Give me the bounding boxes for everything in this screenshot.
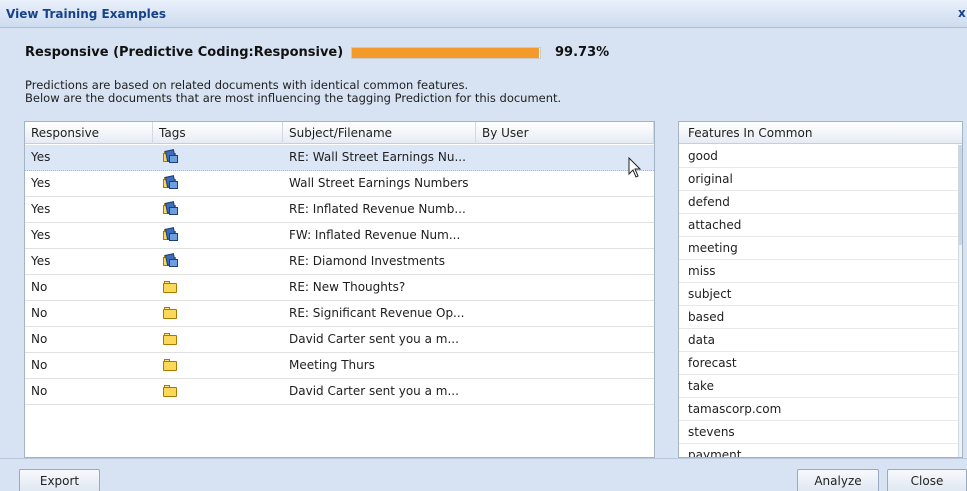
column-header-by-user[interactable]: By User xyxy=(476,122,654,144)
cell-tags xyxy=(153,223,283,248)
table-row[interactable]: Yes RE: Diamond Investments xyxy=(25,249,654,275)
tagged-folder-icon xyxy=(163,227,178,241)
cell-by-user xyxy=(476,223,654,248)
cell-subject: David Carter sent you a m... xyxy=(289,332,459,346)
feature-item[interactable]: tamascorp.com xyxy=(679,398,959,421)
features-scrollbar-thumb[interactable] xyxy=(959,145,962,245)
training-examples-dialog: View Training Examples x Responsive (Pre… xyxy=(0,0,967,491)
cell-by-user xyxy=(476,379,654,404)
close-button[interactable]: Close xyxy=(887,469,967,491)
cell-tags xyxy=(153,249,283,274)
folder-icon xyxy=(163,280,178,293)
cell-tags xyxy=(153,275,283,300)
cell-by-user xyxy=(476,353,654,378)
table-row[interactable]: Yes Wall Street Earnings Numbers xyxy=(25,171,654,197)
cell-responsive: No xyxy=(31,358,48,372)
folder-icon xyxy=(163,332,178,345)
cell-responsive: Yes xyxy=(31,176,51,190)
cell-tags xyxy=(153,353,283,378)
features-in-common-panel: Features In Common good original defend att… xyxy=(678,121,963,458)
prediction-label: Responsive (Predictive Coding:Responsive… xyxy=(25,45,344,60)
training-documents-grid: Responsive Tags Subject/Filename By User… xyxy=(24,121,655,458)
dialog-footer: Export Analyze Close xyxy=(0,458,967,491)
cell-responsive: No xyxy=(31,306,48,320)
cell-subject: Meeting Thurs xyxy=(289,358,375,372)
cell-tags xyxy=(153,171,283,196)
grid-rows: Yes RE: Wall Street Earnings Nu... Yes Wall… xyxy=(25,145,654,405)
mouse-pointer-icon xyxy=(628,157,642,178)
cell-responsive: No xyxy=(31,280,48,294)
cell-subject: RE: Wall Street Earnings Nu... xyxy=(289,150,466,164)
cell-responsive: Yes xyxy=(31,202,51,216)
prediction-description: Predictions are based on related documen… xyxy=(25,79,561,105)
cell-responsive: Yes xyxy=(31,228,51,242)
cell-responsive: Yes xyxy=(31,254,51,268)
table-row[interactable]: No David Carter sent you a m... xyxy=(25,327,654,353)
folder-icon xyxy=(163,358,178,371)
feature-item[interactable]: payment xyxy=(679,444,959,457)
table-row[interactable]: Yes RE: Wall Street Earnings Nu... xyxy=(25,145,654,171)
prediction-progress-bar xyxy=(351,47,541,59)
table-row[interactable]: No RE: New Thoughts? xyxy=(25,275,654,301)
prediction-percent: 99.73% xyxy=(555,45,610,60)
tagged-folder-icon xyxy=(163,149,178,163)
cell-by-user xyxy=(476,301,654,326)
feature-item[interactable]: based xyxy=(679,306,959,329)
table-row[interactable]: Yes FW: Inflated Revenue Num... xyxy=(25,223,654,249)
feature-item[interactable]: meeting xyxy=(679,237,959,260)
cell-subject: RE: New Thoughts? xyxy=(289,280,406,294)
description-line-2: Below are the documents that are most in… xyxy=(25,91,562,105)
feature-item[interactable]: attached xyxy=(679,214,959,237)
feature-item[interactable]: good xyxy=(679,145,959,168)
table-row[interactable]: No David Carter sent you a m... xyxy=(25,379,654,405)
cell-tags xyxy=(153,379,283,404)
cell-responsive: No xyxy=(31,384,48,398)
cell-tags xyxy=(153,327,283,352)
table-row[interactable]: Yes RE: Inflated Revenue Numb... xyxy=(25,197,654,223)
features-header: Features In Common xyxy=(679,122,962,144)
feature-item[interactable]: forecast xyxy=(679,352,959,375)
tagged-folder-icon xyxy=(163,175,178,189)
feature-item[interactable]: take xyxy=(679,375,959,398)
feature-item[interactable]: data xyxy=(679,329,959,352)
cell-by-user xyxy=(476,249,654,274)
cell-by-user xyxy=(476,327,654,352)
grid-header: Responsive Tags Subject/Filename By User xyxy=(25,122,654,144)
cell-responsive: No xyxy=(31,332,48,346)
cell-tags xyxy=(153,197,283,222)
feature-item[interactable]: miss xyxy=(679,260,959,283)
feature-item[interactable]: subject xyxy=(679,283,959,306)
feature-item[interactable]: original xyxy=(679,168,959,191)
feature-item[interactable]: stevens xyxy=(679,421,959,444)
cell-subject: RE: Significant Revenue Op... xyxy=(289,306,465,320)
cell-subject: David Carter sent you a m... xyxy=(289,384,459,398)
cell-subject: RE: Inflated Revenue Numb... xyxy=(289,202,466,216)
cell-tags xyxy=(153,301,283,326)
features-list: good original defend attached meeting miss sub… xyxy=(679,145,959,457)
table-row[interactable]: No RE: Significant Revenue Op... xyxy=(25,301,654,327)
column-header-subject[interactable]: Subject/Filename xyxy=(283,122,476,144)
window-title: View Training Examples xyxy=(6,7,167,21)
close-icon[interactable]: x xyxy=(958,6,967,20)
column-header-responsive[interactable]: Responsive xyxy=(25,122,153,144)
folder-icon xyxy=(163,384,178,397)
feature-item[interactable]: defend xyxy=(679,191,959,214)
cell-by-user xyxy=(476,275,654,300)
cell-subject: Wall Street Earnings Numbers xyxy=(289,176,469,190)
cell-by-user xyxy=(476,197,654,222)
folder-icon xyxy=(163,306,178,319)
cell-responsive: Yes xyxy=(31,150,51,164)
prediction-progress-fill xyxy=(352,48,540,58)
table-row[interactable]: No Meeting Thurs xyxy=(25,353,654,379)
tagged-folder-icon xyxy=(163,201,178,215)
cell-tags xyxy=(153,145,283,170)
tagged-folder-icon xyxy=(163,253,178,267)
cell-subject: RE: Diamond Investments xyxy=(289,254,445,268)
analyze-button[interactable]: Analyze xyxy=(797,469,879,491)
title-bar: View Training Examples x xyxy=(0,0,967,28)
cell-subject: FW: Inflated Revenue Num... xyxy=(289,228,461,242)
export-button[interactable]: Export xyxy=(19,469,100,491)
column-header-tags[interactable]: Tags xyxy=(153,122,283,144)
